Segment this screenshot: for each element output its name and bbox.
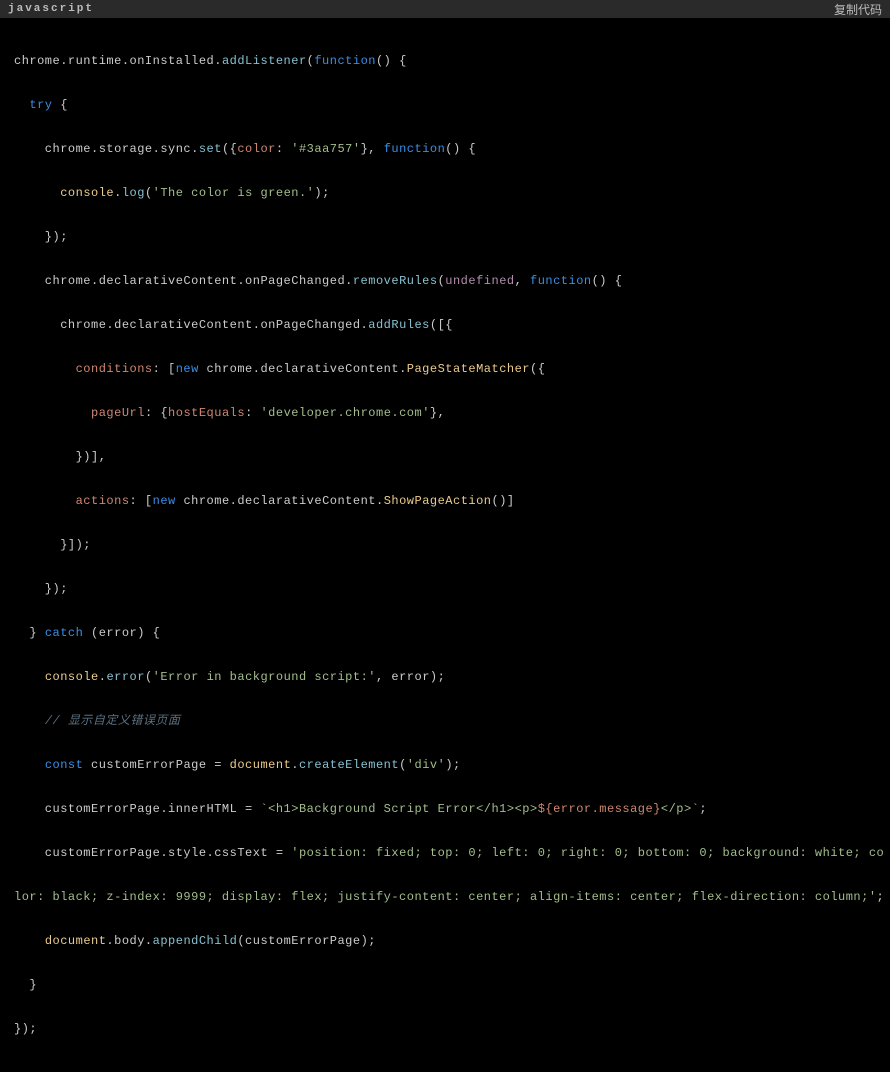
code-block-header: javascript 复制代码 bbox=[0, 0, 890, 18]
code-line: } catch (error) { bbox=[14, 622, 876, 644]
code-line: conditions: [new chrome.declarativeConte… bbox=[14, 358, 876, 380]
code-line: })], bbox=[14, 446, 876, 468]
code-line: }); bbox=[14, 578, 876, 600]
code-line: const customErrorPage = document.createE… bbox=[14, 754, 876, 776]
code-line: chrome.declarativeContent.onPageChanged.… bbox=[14, 270, 876, 292]
code-line: console.error('Error in background scrip… bbox=[14, 666, 876, 688]
code-line: // 显示自定义错误页面 bbox=[14, 710, 876, 732]
code-line: actions: [new chrome.declarativeContent.… bbox=[14, 490, 876, 512]
code-line: chrome.declarativeContent.onPageChanged.… bbox=[14, 314, 876, 336]
code-line: console.log('The color is green.'); bbox=[14, 182, 876, 204]
copy-code-button[interactable]: 复制代码 bbox=[834, 1, 882, 18]
code-line: lor: black; z-index: 9999; display: flex… bbox=[14, 886, 876, 908]
code-line: document.body.appendChild(customErrorPag… bbox=[14, 930, 876, 952]
code-line: customErrorPage.style.cssText = 'positio… bbox=[14, 842, 876, 864]
code-line: chrome.storage.sync.set({color: '#3aa757… bbox=[14, 138, 876, 160]
code-line: try { bbox=[14, 94, 876, 116]
code-content: chrome.runtime.onInstalled.addListener(f… bbox=[0, 18, 890, 1072]
code-line: } bbox=[14, 974, 876, 996]
code-line: }); bbox=[14, 1018, 876, 1040]
code-line: customErrorPage.innerHTML = `<h1>Backgro… bbox=[14, 798, 876, 820]
code-line: pageUrl: {hostEquals: 'developer.chrome.… bbox=[14, 402, 876, 424]
code-line: }); bbox=[14, 226, 876, 248]
code-line: chrome.runtime.onInstalled.addListener(f… bbox=[14, 50, 876, 72]
language-label: javascript bbox=[8, 3, 94, 15]
code-line: }]); bbox=[14, 534, 876, 556]
